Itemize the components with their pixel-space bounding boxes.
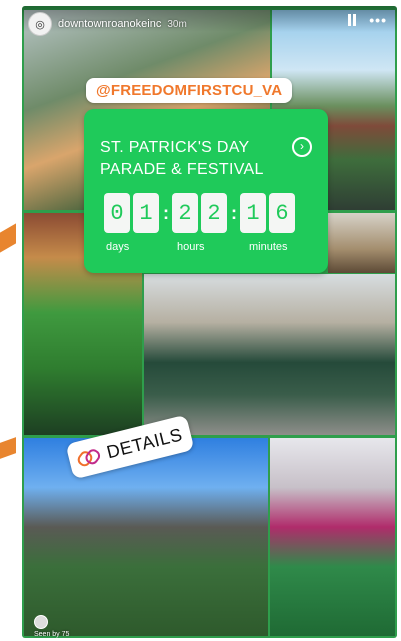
countdown-title: ST. PATRICK'S DAY PARADE & FESTIVAL xyxy=(100,137,264,181)
countdown-title-line2: PARADE & FESTIVAL xyxy=(100,161,264,178)
story-frame[interactable]: ◎ downtownroanokeinc 30m ••• @FREEDOMFIR… xyxy=(22,6,397,638)
seen-count: Seen by 75 xyxy=(34,631,70,638)
viewer-avatar xyxy=(34,615,48,629)
countdown-digits: 0 1 : 2 2 : 1 6 xyxy=(104,193,298,233)
photo-festival-crowd xyxy=(24,438,268,636)
colon: : xyxy=(163,202,169,223)
story-header: ◎ downtownroanokeinc 30m xyxy=(28,12,187,36)
digit-minutes-1: 1 xyxy=(240,193,266,233)
photo-green-dress xyxy=(270,438,395,636)
story-controls: ••• xyxy=(347,13,387,27)
digit-days-1: 0 xyxy=(104,193,130,233)
more-options-icon[interactable]: ••• xyxy=(369,13,387,27)
digit-hours-1: 2 xyxy=(172,193,198,233)
countdown-title-line1: ST. PATRICK'S DAY xyxy=(100,139,250,156)
label-days: days xyxy=(106,241,130,253)
colon: : xyxy=(231,202,237,223)
side-arrow xyxy=(0,437,16,459)
photo-bagpipe-band xyxy=(144,274,395,435)
link-icon xyxy=(76,448,101,467)
countdown-sticker[interactable]: ST. PATRICK'S DAY PARADE & FESTIVAL › 0 … xyxy=(84,109,328,273)
digit-hours-2: 2 xyxy=(201,193,227,233)
label-hours: hours xyxy=(177,241,205,253)
mention-sticker[interactable]: @FREEDOMFIRSTCU_VA xyxy=(86,78,293,103)
label-minutes: minutes xyxy=(249,241,288,253)
photo-trees xyxy=(328,213,395,273)
seen-by[interactable]: Seen by 75 xyxy=(34,615,69,638)
pause-icon[interactable] xyxy=(347,14,357,26)
username[interactable]: downtownroanokeinc xyxy=(58,18,161,30)
chevron-right-icon[interactable]: › xyxy=(292,137,312,157)
avatar[interactable]: ◎ xyxy=(28,12,52,36)
post-time: 30m xyxy=(167,18,187,30)
side-arrow xyxy=(0,223,16,253)
digit-minutes-2: 6 xyxy=(269,193,295,233)
digit-days-2: 1 xyxy=(133,193,159,233)
